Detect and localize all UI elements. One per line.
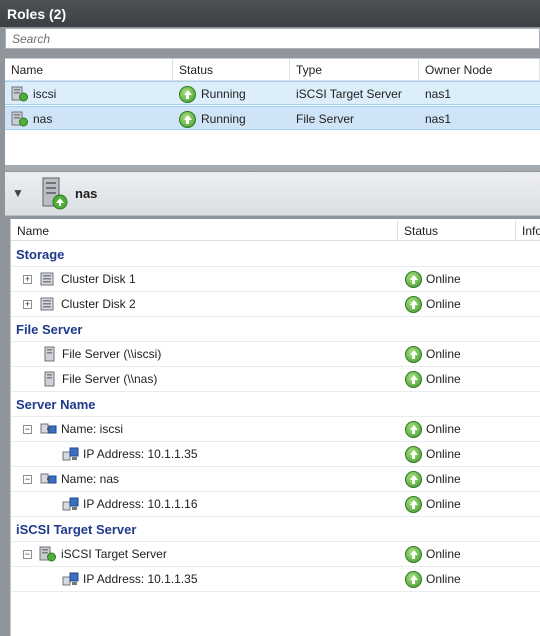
online-status: Online xyxy=(405,346,461,363)
role-type: iSCSI Target Server xyxy=(296,87,402,101)
online-icon xyxy=(405,296,422,313)
detail-role-name: nas xyxy=(75,186,98,201)
ip-address-icon xyxy=(62,496,80,515)
expand-icon[interactable]: + xyxy=(23,275,32,284)
online-status: Online xyxy=(405,496,461,513)
group-label: File Server xyxy=(16,322,83,337)
search-box[interactable] xyxy=(5,28,540,49)
online-icon xyxy=(405,371,422,388)
online-icon xyxy=(405,421,422,438)
online-icon xyxy=(405,271,422,288)
online-status: Online xyxy=(405,471,461,488)
online-icon xyxy=(405,446,422,463)
running-icon xyxy=(179,86,196,103)
collapse-icon[interactable]: − xyxy=(23,475,32,484)
role-icon xyxy=(11,111,29,127)
resource-name: IP Address: 10.1.1.35 xyxy=(83,572,198,586)
column-header-status[interactable]: Status xyxy=(173,59,290,81)
network-name-icon xyxy=(40,471,58,490)
disk-icon xyxy=(39,296,57,315)
file-server-icon xyxy=(43,371,57,390)
resource-row-cluster-disk-2[interactable]: + Cluster Disk 2 Online xyxy=(11,292,540,317)
detail-header: ▼ nas xyxy=(5,172,540,216)
disk-icon xyxy=(39,271,57,290)
resource-row-file-server-iscsi[interactable]: File Server (\\iscsi) Online xyxy=(11,342,540,367)
resource-row-name-iscsi[interactable]: − Name: iscsi Online xyxy=(11,417,540,442)
resource-name: IP Address: 10.1.1.16 xyxy=(83,497,198,511)
resource-row-ip-address[interactable]: IP Address: 10.1.1.16 Online xyxy=(11,492,540,517)
resource-name: Cluster Disk 2 xyxy=(61,297,136,311)
online-icon xyxy=(405,571,422,588)
online-status: Online xyxy=(405,421,461,438)
iscsi-target-icon xyxy=(39,546,57,565)
online-status: Online xyxy=(405,296,461,313)
group-label: iSCSI Target Server xyxy=(16,522,137,537)
ip-address-icon xyxy=(62,446,80,465)
collapse-icon[interactable]: − xyxy=(23,550,32,559)
panel-splitter[interactable] xyxy=(5,165,540,171)
resource-name: Name: nas xyxy=(61,472,120,486)
resources-list: Name Status Info Storage + Cluster Disk … xyxy=(10,219,540,636)
resource-row-ip-address[interactable]: IP Address: 10.1.1.35 Online xyxy=(11,567,540,592)
role-owner-node: nas1 xyxy=(425,112,452,126)
search-input[interactable] xyxy=(6,29,539,48)
resource-row-cluster-disk-1[interactable]: + Cluster Disk 1 Online xyxy=(11,267,540,292)
resource-name: iSCSI Target Server xyxy=(61,547,167,561)
column-header-name[interactable]: Name xyxy=(11,221,398,241)
online-status: Online xyxy=(405,546,461,563)
column-header-status[interactable]: Status xyxy=(398,221,516,241)
column-header-owner-node[interactable]: Owner Node xyxy=(419,59,540,81)
online-status: Online xyxy=(405,271,461,288)
collapse-chevron-icon[interactable]: ▼ xyxy=(12,186,24,200)
online-status: Online xyxy=(405,371,461,388)
role-type: File Server xyxy=(296,112,355,126)
group-label: Server Name xyxy=(16,397,96,412)
group-header-storage[interactable]: Storage xyxy=(11,242,540,267)
resource-name: Name: iscsi xyxy=(61,422,124,436)
resource-row-iscsi-target-server[interactable]: − iSCSI Target Server Online xyxy=(11,542,540,567)
online-icon xyxy=(405,346,422,363)
online-status: Online xyxy=(405,446,461,463)
roles-grid: Name Status Type Owner Node iscsi Runnin… xyxy=(5,58,540,165)
resource-name: File Server (\\iscsi) xyxy=(62,347,162,361)
running-icon xyxy=(179,111,196,128)
resource-name: Cluster Disk 1 xyxy=(61,272,136,286)
role-status: Running xyxy=(201,112,246,126)
group-header-server-name[interactable]: Server Name xyxy=(11,392,540,417)
role-status: Running xyxy=(201,87,246,101)
resource-row-file-server-nas[interactable]: File Server (\\nas) Online xyxy=(11,367,540,392)
column-header-type[interactable]: Type xyxy=(290,59,419,81)
role-name: iscsi xyxy=(33,87,57,101)
column-header-name[interactable]: Name xyxy=(5,59,173,81)
resource-row-name-nas[interactable]: − Name: nas Online xyxy=(11,467,540,492)
online-status: Online xyxy=(405,571,461,588)
group-label: Storage xyxy=(16,247,65,262)
collapse-icon[interactable]: − xyxy=(23,425,32,434)
role-icon xyxy=(11,86,29,102)
ip-address-icon xyxy=(62,571,80,590)
file-server-icon xyxy=(43,346,57,365)
server-role-icon xyxy=(37,176,71,215)
roles-panel-title: Roles (2) xyxy=(0,0,540,27)
resource-name: IP Address: 10.1.1.35 xyxy=(83,447,198,461)
group-header-file-server[interactable]: File Server xyxy=(11,317,540,342)
role-name: nas xyxy=(33,112,53,126)
network-name-icon xyxy=(40,421,58,440)
resource-row-ip-address[interactable]: IP Address: 10.1.1.35 Online xyxy=(11,442,540,467)
column-header-info[interactable]: Info xyxy=(516,221,540,241)
online-icon xyxy=(405,471,422,488)
role-row-iscsi[interactable]: iscsi Running iSCSI Target Server nas1 xyxy=(5,81,540,105)
role-row-nas[interactable]: nas Running File Server nas1 xyxy=(5,106,540,130)
online-icon xyxy=(405,496,422,513)
expand-icon[interactable]: + xyxy=(23,300,32,309)
resource-name: File Server (\\nas) xyxy=(62,372,158,386)
role-owner-node: nas1 xyxy=(425,87,452,101)
group-header-iscsi-target-server[interactable]: iSCSI Target Server xyxy=(11,517,540,542)
online-icon xyxy=(405,546,422,563)
